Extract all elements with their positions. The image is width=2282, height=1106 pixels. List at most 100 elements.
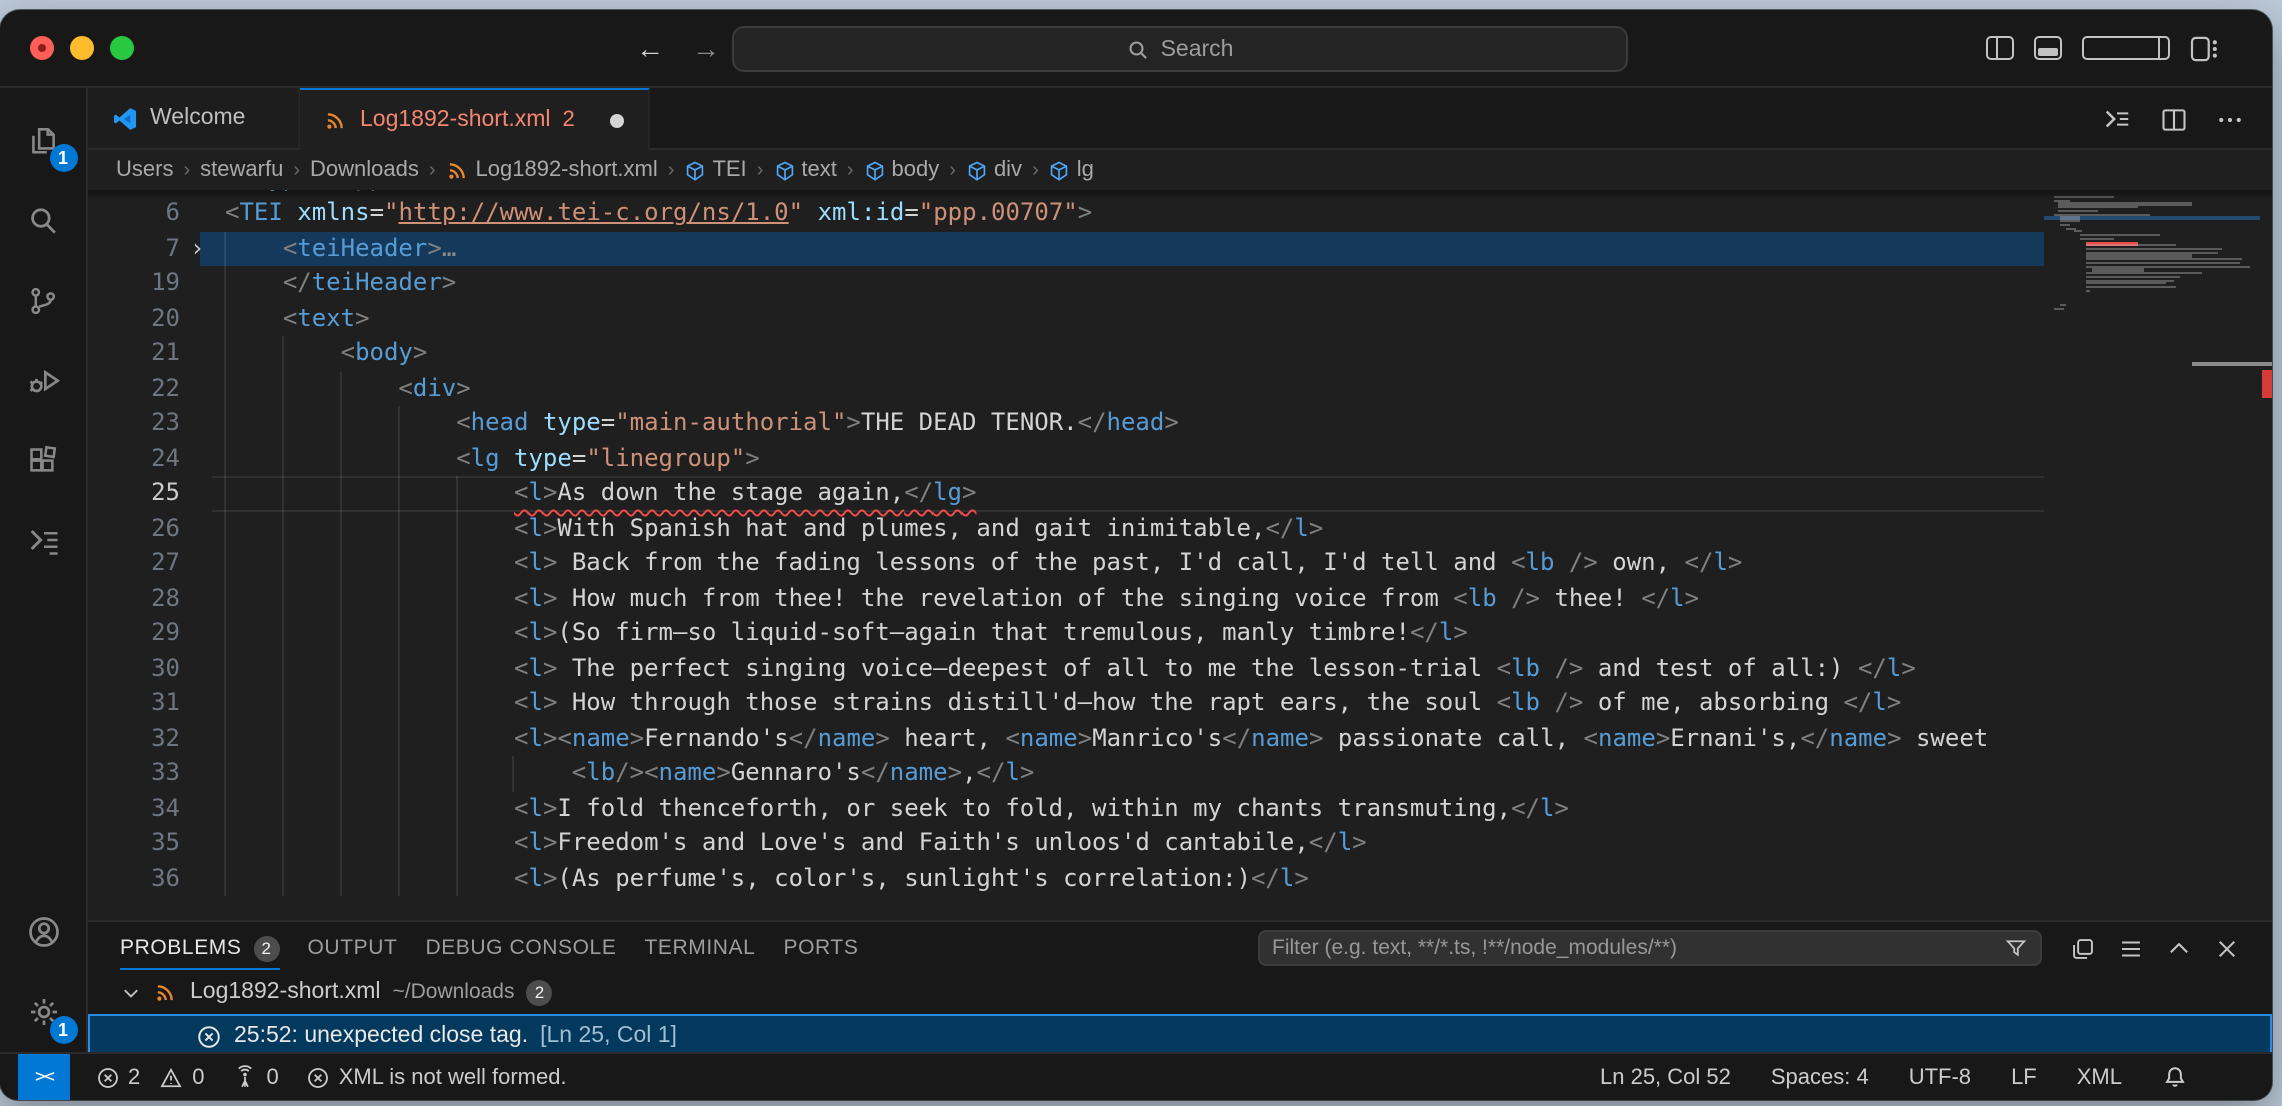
toggle-secondary-sidebar-icon[interactable] bbox=[2082, 36, 2170, 60]
close-panel-icon[interactable] bbox=[2214, 935, 2240, 961]
code-line-25[interactable]: 25 <l>As down the stage again,</lg> bbox=[88, 476, 2272, 511]
tab-log1892-short-xml[interactable]: Log1892-short.xml 2 bbox=[300, 88, 650, 150]
code-line-27[interactable]: 27 <l> Back from the fading lessons of t… bbox=[88, 546, 2272, 581]
chevron-down-icon[interactable] bbox=[120, 981, 142, 1003]
breadcrumb-item[interactable]: Users bbox=[116, 158, 173, 182]
breadcrumb-item[interactable]: Downloads bbox=[310, 158, 419, 182]
line-number[interactable]: 23 bbox=[88, 406, 180, 441]
line-number[interactable]: 31 bbox=[88, 686, 180, 721]
code-line-29[interactable]: 29 <l>(So firm—so liquid-soft—again that… bbox=[88, 616, 2272, 651]
minimap-line bbox=[2054, 241, 2260, 243]
history-forward-button[interactable]: → bbox=[692, 32, 720, 64]
command-center-search[interactable]: Search bbox=[732, 26, 1628, 72]
tab-terminal[interactable]: TERMINAL bbox=[644, 926, 755, 970]
tab-welcome[interactable]: Welcome bbox=[88, 88, 300, 150]
code-line-31[interactable]: 31 <l> How through those strains distill… bbox=[88, 686, 2272, 721]
view-as-list-icon[interactable] bbox=[2118, 935, 2144, 961]
line-number[interactable]: 33 bbox=[88, 756, 180, 791]
indentation-setting[interactable]: Spaces: 4 bbox=[1771, 1065, 1869, 1089]
history-back-button[interactable]: ← bbox=[636, 32, 664, 64]
problems-status[interactable]: 2 0 bbox=[96, 1065, 205, 1089]
run-debug-icon[interactable] bbox=[0, 340, 87, 420]
explorer-icon[interactable]: 1 bbox=[0, 100, 87, 180]
code-line-30[interactable]: 30 <l> The perfect singing voice—deepest… bbox=[88, 651, 2272, 686]
line-number[interactable]: 22 bbox=[88, 371, 180, 406]
code-line-32[interactable]: 32 <l><name>Fernando's</name> heart, <na… bbox=[88, 721, 2272, 756]
language-mode[interactable]: XML bbox=[2077, 1065, 2122, 1089]
search-sidebar-icon[interactable] bbox=[0, 180, 87, 260]
eol-setting[interactable]: LF bbox=[2011, 1065, 2037, 1089]
extensions-icon[interactable] bbox=[0, 420, 87, 500]
tab-ports[interactable]: PORTS bbox=[783, 926, 858, 970]
breadcrumb-item[interactable]: div bbox=[966, 158, 1022, 182]
toggle-panel-icon[interactable] bbox=[2034, 36, 2062, 60]
maximize-panel-icon[interactable] bbox=[2166, 935, 2192, 961]
code-line-20[interactable]: 20 <text> bbox=[88, 301, 2272, 336]
minimap[interactable] bbox=[2044, 190, 2260, 920]
more-actions-icon[interactable] bbox=[2216, 105, 2244, 133]
line-number[interactable]: 25 bbox=[88, 476, 180, 511]
indent-tool-icon[interactable] bbox=[0, 500, 87, 580]
line-number[interactable]: 34 bbox=[88, 791, 180, 826]
fold-chevron-icon[interactable]: › bbox=[190, 231, 204, 266]
line-number[interactable]: 27 bbox=[88, 546, 180, 581]
accounts-icon[interactable] bbox=[0, 892, 87, 972]
tab-output[interactable]: OUTPUT bbox=[308, 926, 398, 970]
code-line-33[interactable]: 33 <lb/><name>Gennaro's</name>,</l> bbox=[88, 756, 2272, 791]
code-line-26[interactable]: 26 <l>With Spanish hat and plumes, and g… bbox=[88, 511, 2272, 546]
code-line-36[interactable]: 36 <l>(As perfume's, color's, sunlight's… bbox=[88, 861, 2272, 896]
line-number[interactable]: 21 bbox=[88, 336, 180, 371]
line-number[interactable]: 28 bbox=[88, 581, 180, 616]
line-number[interactable]: 29 bbox=[88, 616, 180, 651]
line-number[interactable]: 6 bbox=[88, 196, 180, 231]
code-line-34[interactable]: 34 <l>I fold thenceforth, or seek to fol… bbox=[88, 791, 2272, 826]
tab-problems-panel[interactable]: PROBLEMS 2 bbox=[120, 926, 280, 970]
tab-debug-console[interactable]: DEBUG CONSOLE bbox=[425, 926, 616, 970]
line-number[interactable]: 24 bbox=[88, 441, 180, 476]
minimize-window-button[interactable] bbox=[70, 36, 94, 60]
code-line-23[interactable]: 23 <head type="main-authorial">THE DEAD … bbox=[88, 406, 2272, 441]
ports-status[interactable]: 0 bbox=[233, 1064, 279, 1090]
filter-funnel-icon[interactable] bbox=[2004, 936, 2028, 960]
notifications-bell-icon[interactable] bbox=[2162, 1064, 2188, 1090]
line-number[interactable]: 7 bbox=[88, 231, 180, 266]
customize-layout-icon[interactable] bbox=[2190, 35, 2220, 61]
line-number[interactable]: 20 bbox=[88, 301, 180, 336]
source-control-icon[interactable] bbox=[0, 260, 87, 340]
line-number[interactable]: 30 bbox=[88, 651, 180, 686]
code-line-24[interactable]: 24 <lg type="linegroup"> bbox=[88, 441, 2272, 476]
code-line-28[interactable]: 28 <l> How much from thee! the revelatio… bbox=[88, 581, 2272, 616]
breadcrumb-item[interactable]: text bbox=[773, 158, 836, 182]
line-number[interactable]: 32 bbox=[88, 721, 180, 756]
code-line-19[interactable]: 19 </teiHeader> bbox=[88, 266, 2272, 301]
line-number[interactable]: 36 bbox=[88, 861, 180, 896]
breadcrumb-item[interactable]: Log1892-short.xml bbox=[446, 158, 658, 182]
breadcrumb-item[interactable]: body bbox=[864, 158, 940, 182]
split-editor-icon[interactable] bbox=[2160, 105, 2188, 133]
line-number[interactable]: 26 bbox=[88, 511, 180, 546]
editor[interactable]: 5 type="application/xml" ?>6<TEI xmlns="… bbox=[88, 190, 2272, 920]
problems-filter-input[interactable] bbox=[1272, 936, 1992, 960]
problems-file-row[interactable]: Log1892-short.xml ~/Downloads 2 bbox=[88, 970, 2272, 1014]
line-number[interactable]: 35 bbox=[88, 826, 180, 861]
code-line-22[interactable]: 22 <div> bbox=[88, 371, 2272, 406]
zoom-window-button[interactable] bbox=[110, 36, 134, 60]
indent-action-icon[interactable] bbox=[2102, 104, 2132, 134]
collapse-all-icon[interactable] bbox=[2070, 935, 2096, 961]
breadcrumb-item[interactable]: TEI bbox=[684, 158, 746, 182]
cursor-position[interactable]: Ln 25, Col 52 bbox=[1600, 1065, 1731, 1089]
code-line-7[interactable]: 7› <teiHeader>… bbox=[88, 231, 2272, 266]
encoding-setting[interactable]: UTF-8 bbox=[1909, 1065, 1971, 1089]
line-number[interactable]: 19 bbox=[88, 266, 180, 301]
code-line-6[interactable]: 6<TEI xmlns="http://www.tei-c.org/ns/1.0… bbox=[88, 196, 2272, 231]
toggle-primary-sidebar-icon[interactable] bbox=[1986, 36, 2014, 60]
unsaved-dot-icon[interactable] bbox=[610, 113, 624, 127]
settings-gear-icon[interactable]: 1 bbox=[0, 972, 87, 1052]
breadcrumb-item[interactable]: stewarfu bbox=[200, 158, 283, 182]
code-line-35[interactable]: 35 <l>Freedom's and Love's and Faith's u… bbox=[88, 826, 2272, 861]
remote-indicator[interactable]: >< bbox=[18, 1054, 70, 1100]
xml-wellformed-status[interactable]: XML is not well formed. bbox=[307, 1065, 567, 1089]
close-window-button[interactable] bbox=[30, 36, 54, 60]
breadcrumb-item[interactable]: lg bbox=[1049, 158, 1094, 182]
code-line-21[interactable]: 21 <body> bbox=[88, 336, 2272, 371]
